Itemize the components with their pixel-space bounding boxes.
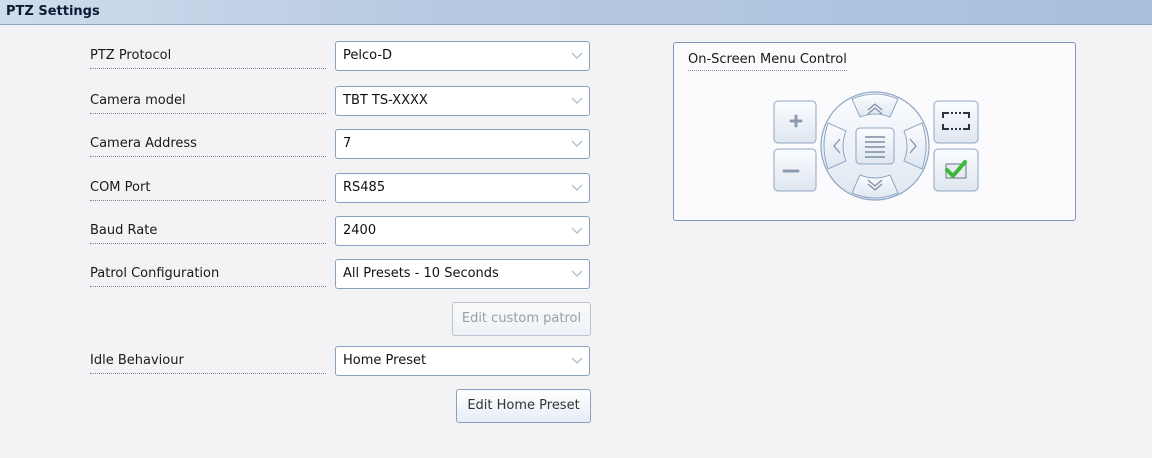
osd-control-panel: On-Screen Menu Control — [673, 42, 1076, 221]
chevron-down-icon — [571, 357, 583, 364]
camera-model-row: Camera model TBT TS-XXXX — [0, 86, 600, 116]
fullscreen-button[interactable] — [933, 100, 979, 144]
ptz-protocol-value: Pelco-D — [343, 48, 393, 63]
idle-behaviour-value: Home Preset — [343, 353, 427, 368]
patrol-configuration-row: Patrol Configuration All Presets - 10 Se… — [0, 259, 600, 289]
osd-panel-title: On-Screen Menu Control — [688, 52, 847, 71]
right-button[interactable] — [903, 122, 927, 170]
menu-button[interactable] — [855, 127, 895, 165]
zoom-in-button[interactable] — [773, 100, 817, 144]
camera-model-value: TBT TS-XXXX — [343, 93, 428, 108]
edit-custom-patrol-button[interactable]: Edit custom patrol — [452, 302, 591, 336]
edit-home-preset-button[interactable]: Edit Home Preset — [456, 389, 591, 423]
patrol-configuration-select[interactable]: All Presets - 10 Seconds — [335, 259, 590, 289]
chevron-down-icon — [571, 97, 583, 104]
camera-address-row: Camera Address 7 — [0, 129, 600, 159]
up-button[interactable] — [851, 93, 899, 118]
com-port-row: COM Port RS485 — [0, 173, 600, 203]
chevron-down-icon — [571, 227, 583, 234]
left-button[interactable] — [823, 122, 847, 170]
baud-rate-value: 2400 — [343, 223, 377, 238]
chevron-down-icon — [571, 140, 583, 147]
camera-address-value: 7 — [343, 136, 352, 151]
chevron-down-icon — [571, 52, 583, 59]
baud-rate-row: Baud Rate 2400 — [0, 216, 600, 246]
zoom-out-button[interactable] — [773, 148, 817, 192]
idle-behaviour-label: Idle Behaviour — [90, 353, 326, 374]
com-port-label: COM Port — [90, 180, 326, 201]
patrol-configuration-label: Patrol Configuration — [90, 266, 326, 287]
idle-behaviour-select[interactable]: Home Preset — [335, 346, 590, 376]
com-port-select[interactable]: RS485 — [335, 173, 590, 203]
com-port-value: RS485 — [343, 180, 386, 195]
ptz-protocol-row: PTZ Protocol Pelco-D — [0, 41, 600, 71]
panel-title-bar: PTZ Settings — [0, 0, 1152, 25]
patrol-configuration-value: All Presets - 10 Seconds — [343, 266, 499, 281]
camera-model-label: Camera model — [90, 93, 326, 114]
panel-title: PTZ Settings — [6, 4, 100, 19]
idle-behaviour-row: Idle Behaviour Home Preset — [0, 346, 600, 376]
ptz-protocol-label: PTZ Protocol — [90, 48, 326, 69]
camera-address-select[interactable]: 7 — [335, 129, 590, 159]
baud-rate-select[interactable]: 2400 — [335, 216, 590, 246]
ptz-protocol-select[interactable]: Pelco-D — [335, 41, 590, 71]
confirm-button[interactable] — [933, 148, 979, 192]
chevron-down-icon — [571, 270, 583, 277]
camera-address-label: Camera Address — [90, 136, 326, 157]
osd-control-pad — [773, 91, 979, 201]
camera-model-select[interactable]: TBT TS-XXXX — [335, 86, 590, 116]
chevron-down-icon — [571, 184, 583, 191]
baud-rate-label: Baud Rate — [90, 223, 326, 244]
down-button[interactable] — [851, 174, 899, 199]
